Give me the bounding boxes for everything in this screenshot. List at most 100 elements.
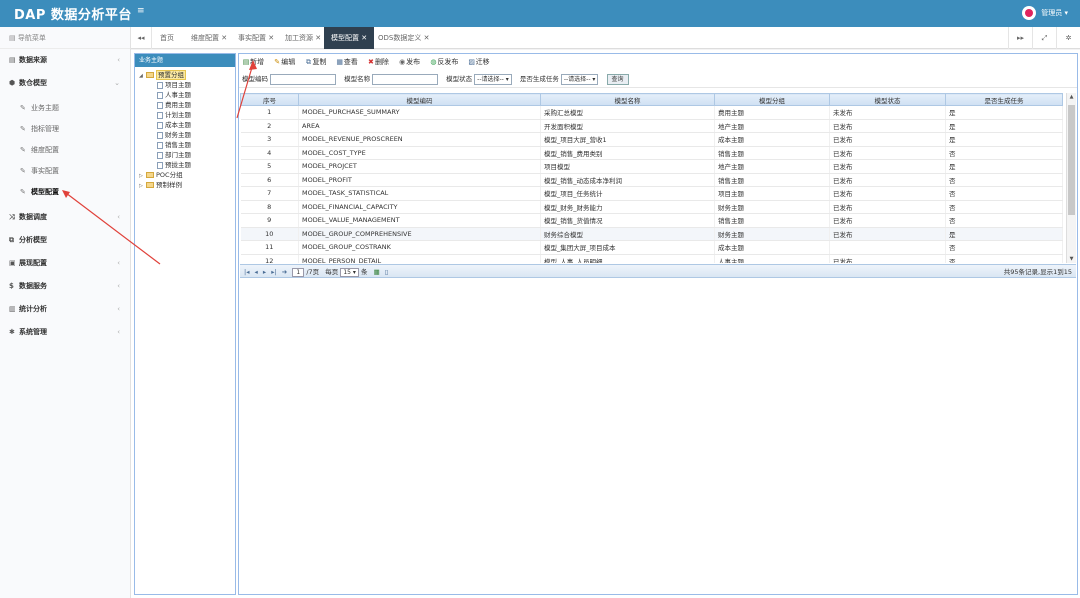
tree-expand-icon[interactable]: ▷ [139,181,146,191]
sidebar-item-data-service[interactable]: $ 数据服务 ‹ [0,275,130,298]
sidebar-item-data-source[interactable]: ▤ 数据来源 ‹ [0,49,130,72]
model-name-input[interactable] [372,73,439,85]
table-row[interactable]: 10 MODEL_GROUP_COMPREHENSIVE 财务综合模型 财务主题 已发布… [240,227,1063,241]
tag-icon: ✎ [20,125,26,133]
tree-leaf[interactable]: 计划主题 [135,110,235,120]
sidebar-subitem-dimension[interactable]: ✎ 维度配置 [0,140,130,161]
scroll-up-icon[interactable]: ▲ [1067,94,1076,100]
display-icon: ▣ [9,259,16,267]
tag-icon: ✎ [20,188,26,196]
publish-button[interactable]: ◉发布 [398,54,420,71]
chevron-left-icon: ‹ [117,259,120,267]
tree-leaf[interactable]: 人事主题 [135,90,235,100]
user-name[interactable]: 管理员 ▾ [1041,8,1068,18]
sidebar-item-scheduling[interactable]: ⤨ 数据调度 ‹ [0,206,130,229]
model-icon: ⧉ [9,236,14,244]
table-row[interactable]: 3 MODEL_REVENUE_PROSCREEN 模型_项目大屏_营收1 成本主题已… [240,132,1063,147]
table-row[interactable]: 9 MODEL_VALUE_MANAGEMENT 模型_销售_货值情况 销售主题 已发布… [240,213,1063,228]
unpublish-button[interactable]: ◍反发布 [429,54,458,71]
sidebar-subitem-fact[interactable]: ✎ 事实配置 [0,161,130,182]
col-header-gen-task[interactable]: 是否生成任务 [945,93,1063,106]
tag-icon: ✎ [20,146,26,154]
goto-page-icon[interactable]: ➜ [282,265,287,279]
tree-leaf[interactable]: 预拢主题 [135,160,235,170]
per-page-select[interactable]: 15 ▾ [340,267,359,277]
query-button[interactable]: 查询 [606,73,629,85]
export-excel-icon[interactable]: ▦ [374,265,380,279]
export-doc-icon[interactable]: ▯ [385,265,389,279]
chevron-left-icon: ‹ [117,282,120,290]
tab-fact-config[interactable]: 事实配置 ✕ [231,27,281,49]
sidebar-subitem-business-topic[interactable]: ✎ 业务主题 [0,98,130,119]
model-status-select[interactable]: --请选择-- ▾ [474,73,512,85]
tree-leaf[interactable]: 费用主题 [135,100,235,110]
tree-expand-icon[interactable]: ◢ [139,71,146,81]
chevron-left-icon: ‹ [117,56,120,64]
view-button[interactable]: ▦查看 [336,54,357,71]
tab-process-resource[interactable]: 加工资源 ✕ [278,27,328,49]
col-header-group[interactable]: 模型分组 [714,93,830,106]
table-header-row: 序号 模型编码 模型名称 模型分组 模型状态 是否生成任务 [240,93,1063,106]
sidebar-item-system[interactable]: ✱ 系统管理 ‹ [0,321,130,344]
tree-node-sample[interactable]: ▷ 预制样例 [135,180,235,190]
migrate-icon: ▨ [468,58,475,66]
table-row[interactable]: 8 MODEL_FINANCIAL_CAPACITY 模型_财务_财务能力 财务主题已… [240,200,1063,214]
sidebar-item-dw-model[interactable]: ⬢ 数仓模型 ⌄ [0,72,130,95]
tree-leaf[interactable]: 成本主题 [135,120,235,130]
delete-button[interactable]: ✖删除 [367,54,389,71]
file-icon [157,141,163,149]
scrollbar-thumb[interactable] [1068,105,1075,215]
tree-leaf[interactable]: 销售主题 [135,140,235,150]
table-row[interactable]: 2 AREA 开发面积模型 地产主题 已发布是 [240,119,1063,133]
tab-home[interactable]: 首页 [153,27,181,49]
menu-toggle-icon[interactable]: ≡ [137,6,145,16]
tab-scroll-right-icon[interactable]: ▸▸ [1008,27,1032,49]
gen-task-select[interactable]: --请选择-- ▾ [560,73,599,85]
tab-ods-definition[interactable]: ODS数据定义 ✕ [371,27,436,49]
page-number-input[interactable]: 1 [292,267,305,277]
sidebar-subitem-model-config[interactable]: ✎ 模型配置 [0,182,130,203]
table-row[interactable]: 7 MODEL_TASK_STATISTICAL 模型_项目_任务统计 项目主题 已发布… [240,186,1063,201]
sidebar-item-display-config[interactable]: ▣ 展现配置 ‹ [0,252,130,275]
tree-leaf[interactable]: 财务主题 [135,130,235,140]
migrate-button[interactable]: ▨迁移 [468,54,489,71]
table-row[interactable]: 6 MODEL_PROFIT 模型_销售_动态成本净利润 销售主题 已发布否 [240,173,1063,187]
col-header-name[interactable]: 模型名称 [540,93,715,106]
bar-chart-icon: ▥ [9,305,16,313]
tree-node-poc[interactable]: ▷ POC分组 [135,170,235,180]
table-row[interactable]: 12 MODEL_PERSON_DETAIL 模型_人事_人员明细 人事主题 已发布否 [240,254,1063,263]
first-page-icon[interactable]: |◂ [244,265,249,279]
file-icon [157,111,163,119]
sidebar-subitem-indicator[interactable]: ✎ 指标管理 [0,119,130,140]
tree-leaf[interactable]: 项目主题 [135,80,235,90]
table-row[interactable]: 1 MODEL_PURCHASE_SUMMARY 采购汇总模型 费用主题 未发布是 [240,105,1063,120]
edit-button[interactable]: ✎编辑 [273,54,295,71]
next-page-icon[interactable]: ▸ [263,265,266,279]
table-scrollbar[interactable]: ▲ ▼ [1066,93,1076,263]
prev-page-icon[interactable]: ◂ [255,265,258,279]
last-page-icon[interactable]: ▸| [271,265,276,279]
col-header-index[interactable]: 序号 [240,93,299,106]
tab-scroll-left-icon[interactable]: ◂◂ [131,27,152,49]
fullscreen-icon[interactable]: ⤢ [1032,27,1056,49]
col-header-code[interactable]: 模型编码 [298,93,541,106]
tab-dimension-config[interactable]: 维度配置 ✕ [184,27,234,49]
copy-button[interactable]: ⧉ 复制 [304,54,327,71]
sidebar-item-analysis-model[interactable]: ⧉ 分析模型 [0,229,130,252]
avatar[interactable] [1022,6,1037,20]
scroll-down-icon[interactable]: ▼ [1067,256,1076,262]
add-button[interactable]: ▤新增 [242,54,264,71]
model-code-input[interactable] [270,73,336,85]
table-row[interactable]: 4 MODEL_COST_TYPE 模型_销售_费用类别 销售主题 已发布否 [240,146,1063,160]
table-row[interactable]: 5 MODEL_PROJCET 项目模型 地产主题 已发布是 [240,159,1063,174]
col-header-status[interactable]: 模型状态 [829,93,946,106]
tree-node-root[interactable]: ◢ 预置分组 [135,70,235,80]
file-icon [157,101,163,109]
table-row[interactable]: 11 MODEL_GROUP_COSTRANK 模型_集团大屏_项目成本 成本主题否 [240,240,1063,255]
tree-leaf[interactable]: 部门主题 [135,150,235,160]
tab-model-config[interactable]: 模型配置 ✕ [324,27,375,49]
chevron-left-icon: ‹ [117,328,120,336]
sidebar-item-statistics[interactable]: ▥ 统计分析 ‹ [0,298,130,321]
user-menu[interactable]: 管理员 ▾ [1022,6,1068,20]
tab-options-icon[interactable]: ✲ [1056,27,1080,49]
